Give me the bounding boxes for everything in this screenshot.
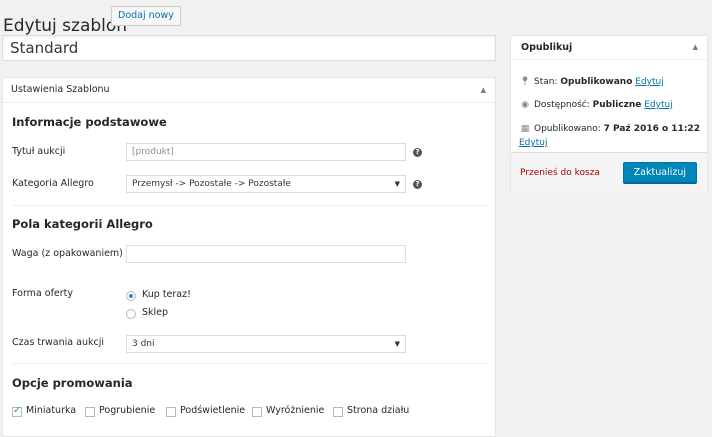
checkbox-podswietlenie-label[interactable]: Podświetlenie [180, 405, 245, 416]
published-value: 7 Paź 2016 o 11:22 [603, 124, 700, 134]
checkbox-wyroznienie[interactable] [252, 407, 262, 417]
radio-shop[interactable] [126, 309, 136, 319]
auction-title-input[interactable]: [produkt] [126, 143, 406, 161]
published-edit-link[interactable]: Edytuj [519, 138, 547, 148]
visibility-edit-link[interactable]: Edytuj [644, 100, 672, 110]
checkbox-pogrubienie-label[interactable]: Pogrubienie [99, 405, 155, 416]
divider [12, 363, 488, 364]
checkbox-pogrubienie[interactable] [85, 407, 95, 417]
duration-select[interactable]: 3 dni ▼ [126, 335, 406, 353]
publish-box: Opublikuj ▲ 📍︎ Stan: Opublikowano Edytuj … [510, 35, 708, 192]
checkbox-strona-dzialu[interactable] [333, 407, 343, 417]
status-row: 📍︎ Stan: Opublikowano Edytuj [519, 77, 663, 87]
published-edit-row: Edytuj [519, 138, 547, 148]
category-select-value: Przemysł -> Pozostałe -> Pozostałe [132, 179, 291, 189]
auction-title-label: Tytuł aukcji [12, 146, 66, 157]
basic-info-heading: Informacje podstawowe [12, 115, 167, 129]
template-settings-box: Ustawienia Szablonu ▲ Informacje podstaw… [2, 77, 496, 437]
chevron-down-icon: ▼ [394, 340, 400, 348]
page-title: Edytuj szablon [3, 16, 128, 37]
status-label: Stan: [534, 77, 558, 87]
category-label: Kategoria Allegro [12, 178, 94, 189]
post-title-input[interactable]: Standard [2, 35, 496, 61]
help-icon[interactable]: ? [413, 180, 422, 189]
add-new-button[interactable]: Dodaj nowy [111, 6, 181, 26]
publish-title: Opublikuj [521, 42, 573, 53]
publish-actions: Przenieś do kosza Zaktualizuj [511, 152, 707, 192]
radio-shop-label[interactable]: Sklep [142, 307, 168, 318]
template-settings-title: Ustawienia Szablonu [11, 84, 110, 95]
checkbox-podswietlenie[interactable] [166, 407, 176, 417]
visibility-label: Dostępność: [534, 100, 590, 110]
update-button[interactable]: Zaktualizuj [622, 162, 697, 183]
radio-buy-now[interactable] [126, 291, 136, 301]
eye-icon: ◉ [521, 100, 529, 110]
status-edit-link[interactable]: Edytuj [635, 77, 663, 87]
collapse-arrow-icon[interactable]: ▲ [693, 36, 698, 59]
category-fields-heading: Pola kategorii Allegro [12, 217, 153, 231]
collapse-arrow-icon[interactable]: ▲ [481, 78, 486, 102]
weight-label: Waga (z opakowaniem) [12, 248, 123, 259]
divider [12, 205, 488, 206]
published-label: Opublikowano: [534, 124, 601, 134]
checkbox-miniaturka[interactable] [12, 405, 22, 417]
checkbox-miniaturka-label[interactable]: Miniaturka [26, 405, 76, 416]
offer-form-label: Forma oferty [12, 288, 74, 299]
category-select[interactable]: Przemysł -> Pozostałe -> Pozostałe ▼ [126, 175, 406, 193]
visibility-row: ◉ Dostępność: Publiczne Edytuj [519, 100, 673, 110]
radio-buy-now-label[interactable]: Kup teraz! [142, 289, 191, 300]
publish-header[interactable]: Opublikuj ▲ [511, 36, 707, 60]
template-settings-header[interactable]: Ustawienia Szablonu ▲ [3, 78, 495, 103]
checkbox-strona-dzialu-label[interactable]: Strona działu [347, 405, 409, 416]
chevron-down-icon: ▼ [394, 180, 400, 188]
help-icon[interactable]: ? [413, 148, 422, 157]
duration-select-value: 3 dni [132, 339, 155, 349]
pin-icon: 📍︎ [519, 77, 531, 87]
promotion-heading: Opcje promowania [12, 376, 133, 390]
duration-label: Czas trwania aukcji [12, 337, 104, 348]
checkbox-wyroznienie-label[interactable]: Wyróżnienie [266, 405, 324, 416]
published-row: ▦ Opublikowano: 7 Paź 2016 o 11:22 [519, 124, 700, 134]
visibility-value: Publiczne [592, 100, 642, 110]
weight-input[interactable] [126, 245, 406, 263]
calendar-icon: ▦ [520, 124, 530, 134]
status-value: Opublikowano [560, 77, 633, 87]
trash-link[interactable]: Przenieś do kosza [520, 168, 600, 178]
